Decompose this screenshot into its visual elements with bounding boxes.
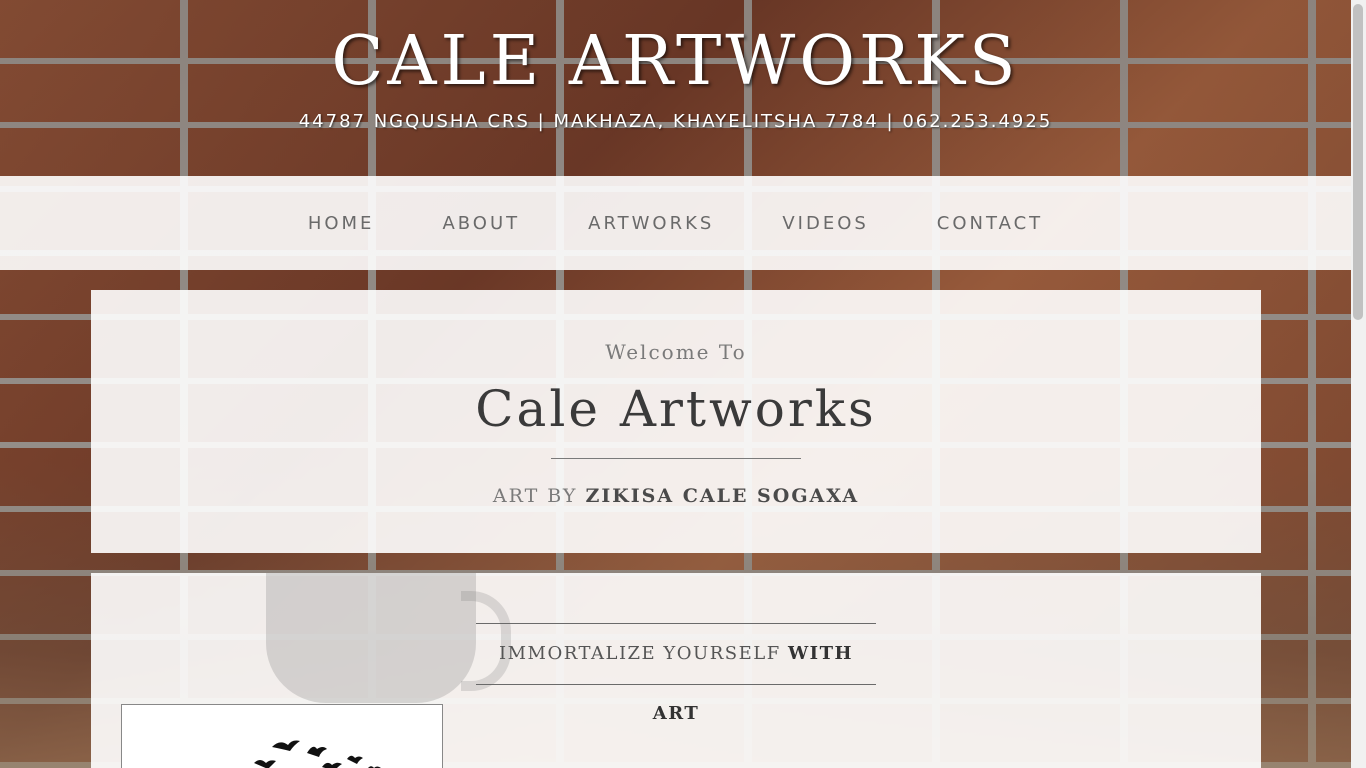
nav-item-artworks[interactable]: ARTWORKS: [588, 213, 714, 234]
nav-item-videos[interactable]: VIDEOS: [782, 213, 868, 234]
tagline-prefix: IMMORTALIZE YOURSELF: [499, 643, 781, 664]
nav-item-contact[interactable]: CONTACT: [937, 213, 1043, 234]
intro-title: Cale Artworks: [475, 380, 877, 438]
nav-item-about[interactable]: ABOUT: [442, 213, 520, 234]
art-by-prefix: ART BY: [492, 485, 578, 507]
artist-name: ZIKISA CALE SOGAXA: [585, 485, 860, 507]
intro-panel: Welcome To Cale Artworks ART BY ZIKISA C…: [91, 290, 1261, 553]
birds-silhouette-icon: [254, 740, 381, 768]
nav-item-home[interactable]: HOME: [308, 213, 375, 234]
site-address: 44787 NGQUSHA CRS | MAKHAZA, KHAYELITSHA…: [298, 111, 1053, 132]
artwork-thumbnail[interactable]: [121, 704, 443, 768]
site-brand-title[interactable]: CALE ARTWORKS: [0, 22, 1351, 102]
mug-background-image: [266, 573, 476, 703]
scrollbar-thumb[interactable]: [1353, 4, 1363, 320]
welcome-text: Welcome To: [605, 340, 747, 364]
intro-divider: [551, 458, 801, 459]
main-navbar: HOME ABOUT ARTWORKS VIDEOS CONTACT: [0, 176, 1351, 270]
content-panel: IMMORTALIZE YOURSELF WITH ART: [91, 573, 1261, 768]
nav-list: HOME ABOUT ARTWORKS VIDEOS CONTACT: [0, 176, 1351, 270]
page-scrollbar[interactable]: [1351, 0, 1366, 768]
tagline-block: IMMORTALIZE YOURSELF WITH ART: [476, 623, 876, 724]
art-by-line: ART BY ZIKISA CALE SOGAXA: [91, 485, 1261, 507]
tagline-text: IMMORTALIZE YOURSELF WITH ART: [499, 643, 853, 724]
